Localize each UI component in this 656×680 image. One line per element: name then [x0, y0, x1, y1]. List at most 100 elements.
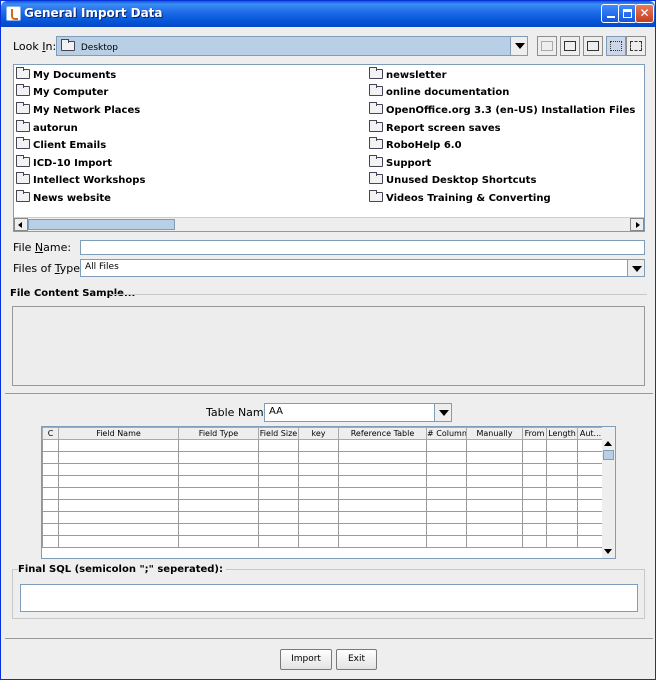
- table-cell[interactable]: [298, 451, 339, 464]
- table-cell[interactable]: [426, 475, 467, 488]
- table-row[interactable]: [42, 463, 604, 476]
- table-cell[interactable]: [546, 499, 578, 512]
- table-cell[interactable]: [58, 535, 179, 548]
- table-cell[interactable]: [298, 523, 339, 536]
- table-cell[interactable]: [577, 475, 604, 488]
- details-view-button[interactable]: [626, 36, 646, 56]
- table-cell[interactable]: [577, 535, 604, 548]
- table-cell[interactable]: [178, 523, 259, 536]
- table-cell[interactable]: [58, 451, 179, 464]
- table-cell[interactable]: [522, 475, 547, 488]
- table-cell[interactable]: [426, 487, 467, 500]
- table-cell[interactable]: [258, 451, 299, 464]
- table-cell[interactable]: [577, 523, 604, 536]
- table-cell[interactable]: [338, 535, 427, 548]
- table-cell[interactable]: [178, 487, 259, 500]
- table-cell[interactable]: [546, 463, 578, 476]
- table-cell[interactable]: [258, 439, 299, 452]
- table-cell[interactable]: [338, 451, 427, 464]
- table-cell[interactable]: [577, 439, 604, 452]
- table-cell[interactable]: [178, 499, 259, 512]
- table-cell[interactable]: [298, 439, 339, 452]
- list-item[interactable]: News website: [16, 190, 111, 208]
- column-header[interactable]: key: [298, 427, 339, 440]
- table-cell[interactable]: [338, 463, 427, 476]
- table-cell[interactable]: [42, 523, 59, 536]
- home-button[interactable]: [560, 36, 580, 56]
- file-list[interactable]: My Documents My Computer My Network Plac…: [13, 64, 645, 232]
- table-row[interactable]: [42, 535, 604, 548]
- table-cell[interactable]: [178, 535, 259, 548]
- column-header[interactable]: Reference Table: [338, 427, 427, 440]
- table-cell[interactable]: [42, 463, 59, 476]
- table-cell[interactable]: [298, 475, 339, 488]
- list-item[interactable]: newsletter: [369, 67, 447, 85]
- table-cell[interactable]: [426, 439, 467, 452]
- file-name-input[interactable]: [80, 240, 645, 255]
- scroll-left-icon[interactable]: [14, 218, 28, 231]
- column-header[interactable]: Length: [546, 427, 578, 440]
- table-cell[interactable]: [258, 463, 299, 476]
- table-cell[interactable]: [426, 523, 467, 536]
- table-cell[interactable]: [426, 535, 467, 548]
- up-folder-button[interactable]: [537, 36, 557, 56]
- table-cell[interactable]: [466, 523, 523, 536]
- table-cell[interactable]: [42, 439, 59, 452]
- chevron-down-icon[interactable]: [627, 260, 644, 276]
- table-cell[interactable]: [338, 475, 427, 488]
- table-cell[interactable]: [522, 439, 547, 452]
- vertical-scrollbar[interactable]: [602, 427, 615, 558]
- scroll-up-icon[interactable]: [602, 437, 615, 450]
- chevron-down-icon[interactable]: [434, 404, 451, 421]
- horizontal-scrollbar[interactable]: [14, 217, 644, 231]
- table-cell[interactable]: [58, 439, 179, 452]
- table-cell[interactable]: [522, 487, 547, 500]
- table-cell[interactable]: [42, 487, 59, 500]
- list-item[interactable]: My Documents: [16, 67, 116, 85]
- table-cell[interactable]: [546, 511, 578, 524]
- list-item[interactable]: autorun: [16, 120, 78, 138]
- column-header[interactable]: C: [42, 427, 59, 440]
- file-content-sample-area[interactable]: [12, 306, 645, 386]
- table-cell[interactable]: [466, 451, 523, 464]
- column-header[interactable]: Field Type: [178, 427, 259, 440]
- table-cell[interactable]: [58, 499, 179, 512]
- final-sql-input[interactable]: [20, 584, 638, 612]
- list-item[interactable]: Client Emails: [16, 137, 106, 155]
- list-item[interactable]: My Network Places: [16, 102, 140, 120]
- table-cell[interactable]: [466, 487, 523, 500]
- table-cell[interactable]: [546, 451, 578, 464]
- table-cell[interactable]: [258, 475, 299, 488]
- table-cell[interactable]: [298, 499, 339, 512]
- files-of-type-select[interactable]: All Files: [80, 259, 645, 277]
- table-cell[interactable]: [522, 463, 547, 476]
- table-cell[interactable]: [338, 523, 427, 536]
- table-cell[interactable]: [466, 463, 523, 476]
- table-cell[interactable]: [258, 499, 299, 512]
- list-item[interactable]: ICD-10 Import: [16, 155, 112, 173]
- field-grid[interactable]: C Field Name Field Type Field Size key R…: [41, 426, 616, 559]
- table-cell[interactable]: [338, 499, 427, 512]
- table-cell[interactable]: [42, 511, 59, 524]
- list-view-button[interactable]: [606, 36, 626, 56]
- scrollbar-thumb[interactable]: [603, 450, 614, 460]
- table-cell[interactable]: [178, 463, 259, 476]
- list-item[interactable]: Unused Desktop Shortcuts: [369, 172, 536, 190]
- table-cell[interactable]: [466, 439, 523, 452]
- column-header[interactable]: Manually: [466, 427, 523, 440]
- table-cell[interactable]: [178, 511, 259, 524]
- table-cell[interactable]: [426, 451, 467, 464]
- table-cell[interactable]: [258, 487, 299, 500]
- chevron-down-icon[interactable]: [510, 37, 527, 55]
- table-cell[interactable]: [258, 523, 299, 536]
- table-cell[interactable]: [58, 463, 179, 476]
- table-cell[interactable]: [546, 487, 578, 500]
- table-cell[interactable]: [298, 511, 339, 524]
- table-cell[interactable]: [426, 499, 467, 512]
- table-cell[interactable]: [466, 499, 523, 512]
- table-cell[interactable]: [298, 487, 339, 500]
- import-button[interactable]: Import: [280, 649, 332, 670]
- table-cell[interactable]: [58, 475, 179, 488]
- table-cell[interactable]: [338, 439, 427, 452]
- table-name-select[interactable]: AA: [264, 403, 452, 422]
